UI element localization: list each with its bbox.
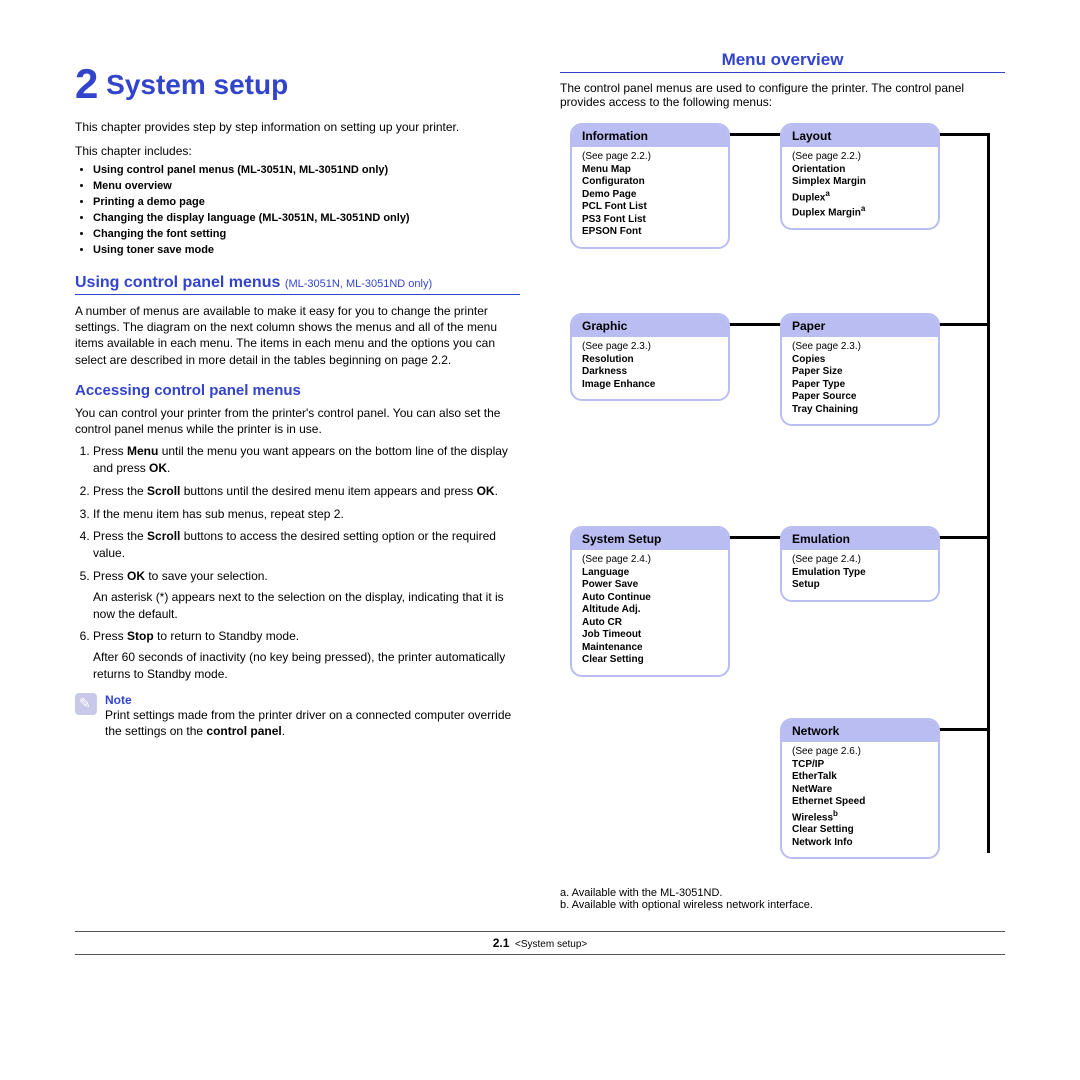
steps-list: Press Menu until the menu you want appea… bbox=[75, 443, 520, 683]
menu-box-paper: Paper (See page 2.3.) CopiesPaper SizePa… bbox=[780, 313, 940, 426]
section-sub: (ML-3051N, ML-3051ND only) bbox=[285, 278, 432, 290]
menu-box-graphic: Graphic (See page 2.3.) ResolutionDarkne… bbox=[570, 313, 730, 401]
menu-items: CopiesPaper SizePaper TypePaper SourceTr… bbox=[792, 354, 928, 417]
toc-item: Using toner save mode bbox=[93, 244, 520, 256]
toc-item: Changing the font setting bbox=[93, 228, 520, 240]
menu-items: ResolutionDarknessImage Enhance bbox=[582, 354, 718, 392]
see-ref: (See page 2.6.) bbox=[792, 746, 928, 759]
left-column: 2 System setup This chapter provides ste… bbox=[75, 50, 520, 911]
menu-box-body: (See page 2.6.) TCP/IPEtherTalkNetWareEt… bbox=[782, 742, 938, 857]
menu-box-title: Network bbox=[782, 720, 938, 742]
step-item: Press Stop to return to Standby mode. Af… bbox=[93, 628, 520, 682]
menu-box-title: System Setup bbox=[572, 528, 728, 550]
toc-item: Menu overview bbox=[93, 180, 520, 192]
see-ref: (See page 2.4.) bbox=[582, 554, 718, 567]
toc-list: Using control panel menus (ML-3051N, ML-… bbox=[93, 164, 520, 256]
toc-item: Changing the display language (ML-3051N,… bbox=[93, 212, 520, 224]
note-text: Print settings made from the printer dri… bbox=[105, 707, 520, 739]
menu-box-network: Network (See page 2.6.) TCP/IPEtherTalkN… bbox=[780, 718, 940, 859]
menu-items: LanguagePower SaveAuto ContinueAltitude … bbox=[582, 567, 718, 667]
step-text: Press OK to save your selection. bbox=[93, 569, 268, 583]
menu-overview-intro: The control panel menus are used to conf… bbox=[560, 81, 1005, 109]
chapter-intro: This chapter provides step by step infor… bbox=[75, 120, 520, 134]
menu-box-title: Emulation bbox=[782, 528, 938, 550]
step-text: Press the Scroll buttons to access the d… bbox=[93, 529, 496, 560]
menu-box-body: (See page 2.4.) Emulation TypeSetup bbox=[782, 550, 938, 600]
step-extra: After 60 seconds of inactivity (no key b… bbox=[93, 649, 520, 683]
menu-box-information: Information (See page 2.2.) Menu MapConf… bbox=[570, 123, 730, 249]
footer-label: <System setup> bbox=[515, 939, 587, 950]
menu-items: Emulation TypeSetup bbox=[792, 567, 928, 592]
see-ref: (See page 2.3.) bbox=[582, 341, 718, 354]
accessing-heading: Accessing control panel menus bbox=[75, 382, 520, 399]
step-extra: An asterisk (*) appears next to the sele… bbox=[93, 589, 520, 623]
note-icon bbox=[75, 693, 97, 715]
menu-items: Menu MapConfiguratonDemo PagePCL Font Li… bbox=[582, 164, 718, 239]
footnote-b: b. Available with optional wireless netw… bbox=[560, 899, 1005, 911]
see-ref: (See page 2.4.) bbox=[792, 554, 928, 567]
step-item: Press Menu until the menu you want appea… bbox=[93, 443, 520, 477]
chapter-title: System setup bbox=[106, 69, 288, 100]
section1-para: A number of menus are available to make … bbox=[75, 303, 520, 368]
page-columns: 2 System setup This chapter provides ste… bbox=[75, 50, 1005, 911]
footnote-a: a. Available with the ML-3051ND. bbox=[560, 887, 1005, 899]
note-block: Note Print settings made from the printe… bbox=[75, 693, 520, 739]
see-ref: (See page 2.3.) bbox=[792, 341, 928, 354]
section-title: Using control panel menus bbox=[75, 274, 280, 291]
includes-label: This chapter includes: bbox=[75, 144, 520, 158]
chapter-number: 2 bbox=[75, 60, 98, 107]
section-using-control-panel: Using control panel menus (ML-3051N, ML-… bbox=[75, 274, 520, 295]
menu-box-title: Graphic bbox=[572, 315, 728, 337]
step-item: Press the Scroll buttons to access the d… bbox=[93, 528, 520, 562]
menu-box-title: Paper bbox=[782, 315, 938, 337]
menu-diagram: Information (See page 2.2.) Menu MapConf… bbox=[560, 123, 1000, 883]
menu-items: TCP/IPEtherTalkNetWareEthernet SpeedWire… bbox=[792, 759, 928, 850]
menu-box-body: (See page 2.3.) CopiesPaper SizePaper Ty… bbox=[782, 337, 938, 424]
step-text: Press Stop to return to Standby mode. bbox=[93, 629, 299, 643]
menu-box-layout: Layout (See page 2.2.) OrientationSimple… bbox=[780, 123, 940, 230]
step-item: If the menu item has sub menus, repeat s… bbox=[93, 506, 520, 523]
menu-items: OrientationSimplex MarginDuplexaDuplex M… bbox=[792, 164, 928, 221]
menu-box-title: Layout bbox=[782, 125, 938, 147]
page-footer: 2.1 <System setup> bbox=[75, 931, 1005, 955]
step-text: If the menu item has sub menus, repeat s… bbox=[93, 507, 344, 521]
menu-box-system-setup: System Setup (See page 2.4.) LanguagePow… bbox=[570, 526, 730, 677]
diagram-spine bbox=[987, 133, 990, 853]
menu-box-body: (See page 2.4.) LanguagePower SaveAuto C… bbox=[572, 550, 728, 675]
chapter-heading: 2 System setup bbox=[75, 60, 520, 108]
menu-box-title: Information bbox=[572, 125, 728, 147]
see-ref: (See page 2.2.) bbox=[582, 151, 718, 164]
menu-overview-heading: Menu overview bbox=[560, 50, 1005, 73]
accessing-intro: You can control your printer from the pr… bbox=[75, 405, 520, 437]
menu-box-body: (See page 2.2.) OrientationSimplex Margi… bbox=[782, 147, 938, 228]
step-text: Press the Scroll buttons until the desir… bbox=[93, 484, 498, 498]
see-ref: (See page 2.2.) bbox=[792, 151, 928, 164]
toc-item: Using control panel menus (ML-3051N, ML-… bbox=[93, 164, 520, 176]
toc-item: Printing a demo page bbox=[93, 196, 520, 208]
menu-box-body: (See page 2.3.) ResolutionDarknessImage … bbox=[572, 337, 728, 399]
step-item: Press OK to save your selection. An aste… bbox=[93, 568, 520, 622]
step-text: Press Menu until the menu you want appea… bbox=[93, 444, 508, 475]
note-title: Note bbox=[105, 693, 520, 707]
menu-box-body: (See page 2.2.) Menu MapConfiguratonDemo… bbox=[572, 147, 728, 247]
menu-box-emulation: Emulation (See page 2.4.) Emulation Type… bbox=[780, 526, 940, 602]
right-column: Menu overview The control panel menus ar… bbox=[560, 50, 1005, 911]
note-content: Note Print settings made from the printe… bbox=[105, 693, 520, 739]
step-item: Press the Scroll buttons until the desir… bbox=[93, 483, 520, 500]
page-number: 2.1 bbox=[493, 936, 510, 950]
footnotes: a. Available with the ML-3051ND. b. Avai… bbox=[560, 887, 1005, 911]
